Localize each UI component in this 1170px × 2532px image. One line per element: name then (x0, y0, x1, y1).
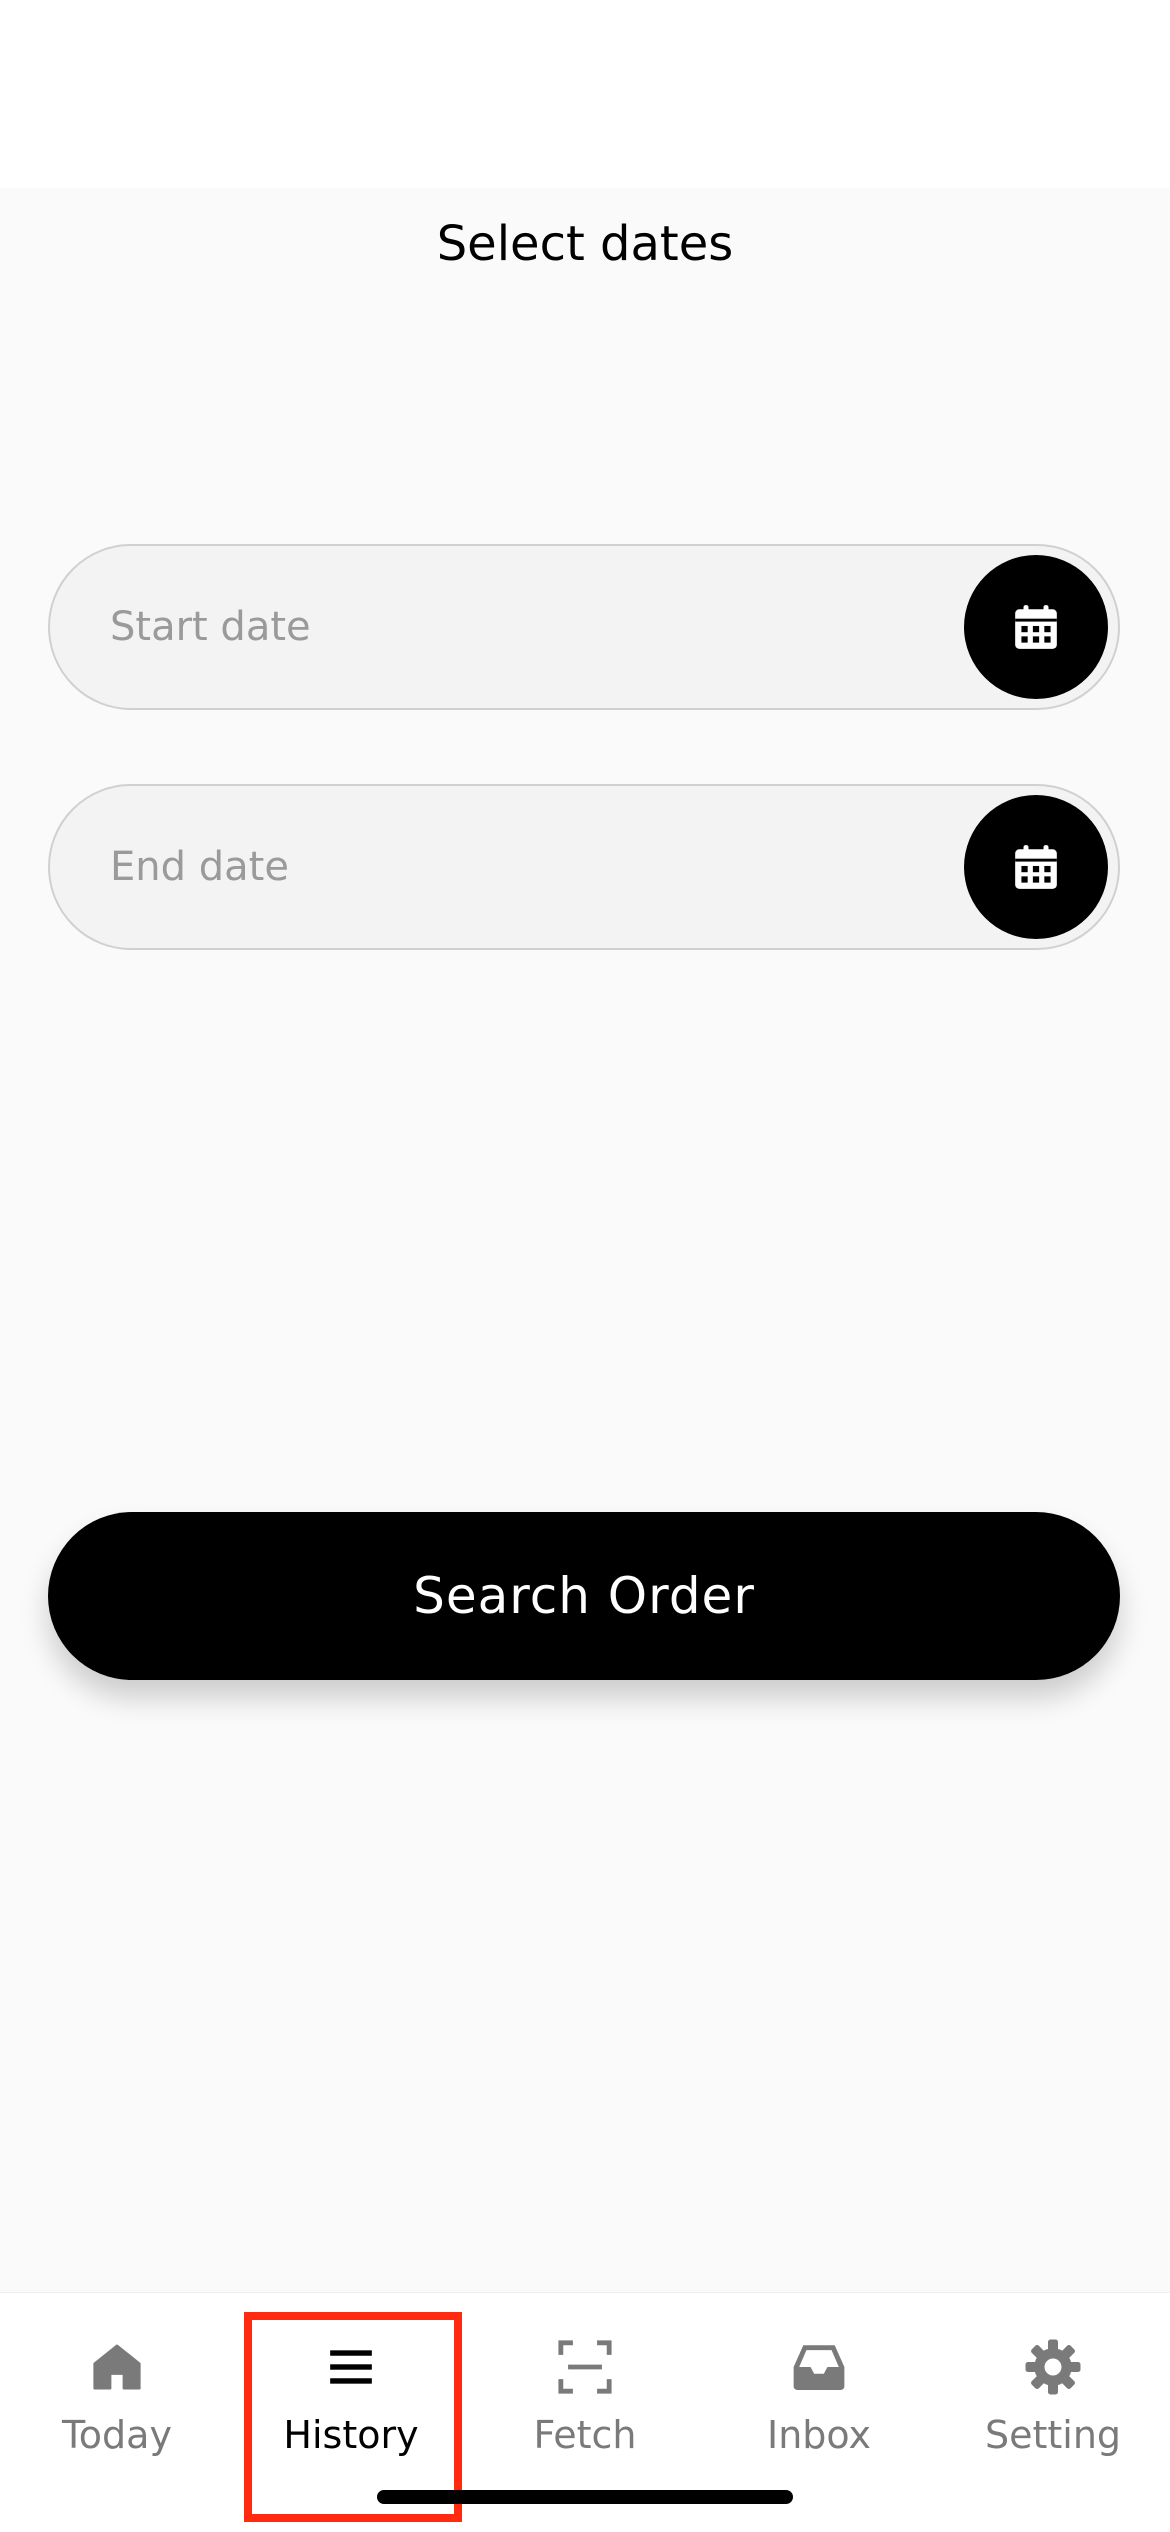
calendar-icon (1015, 605, 1057, 649)
end-date-field[interactable]: End date (48, 784, 1120, 950)
main-content (0, 188, 1170, 2292)
home-indicator (377, 2490, 793, 2504)
start-date-field[interactable]: Start date (48, 544, 1120, 710)
tab-history[interactable]: History (234, 2293, 468, 2493)
tab-label: Inbox (767, 2413, 871, 2457)
inbox-icon (787, 2335, 851, 2399)
tab-fetch[interactable]: Fetch (468, 2293, 702, 2493)
tab-inbox[interactable]: Inbox (702, 2293, 936, 2493)
tab-label: Fetch (533, 2413, 637, 2457)
tab-label: Setting (984, 2413, 1122, 2457)
home-icon (85, 2335, 149, 2399)
tab-label: Today (62, 2413, 172, 2457)
tab-today[interactable]: Today (0, 2293, 234, 2493)
start-date-placeholder: Start date (110, 604, 311, 650)
end-date-placeholder: End date (110, 844, 289, 890)
tab-label: History (283, 2413, 419, 2457)
menu-icon (319, 2335, 383, 2399)
tab-setting[interactable]: Setting (936, 2293, 1170, 2493)
status-bar-area (0, 0, 1170, 188)
gear-icon (1021, 2335, 1085, 2399)
end-date-calendar-button[interactable] (964, 795, 1108, 939)
scan-icon (553, 2335, 617, 2399)
search-order-button[interactable]: Search Order (48, 1512, 1120, 1680)
start-date-calendar-button[interactable] (964, 555, 1108, 699)
calendar-icon (1015, 845, 1057, 889)
page-title: Select dates (436, 216, 734, 272)
